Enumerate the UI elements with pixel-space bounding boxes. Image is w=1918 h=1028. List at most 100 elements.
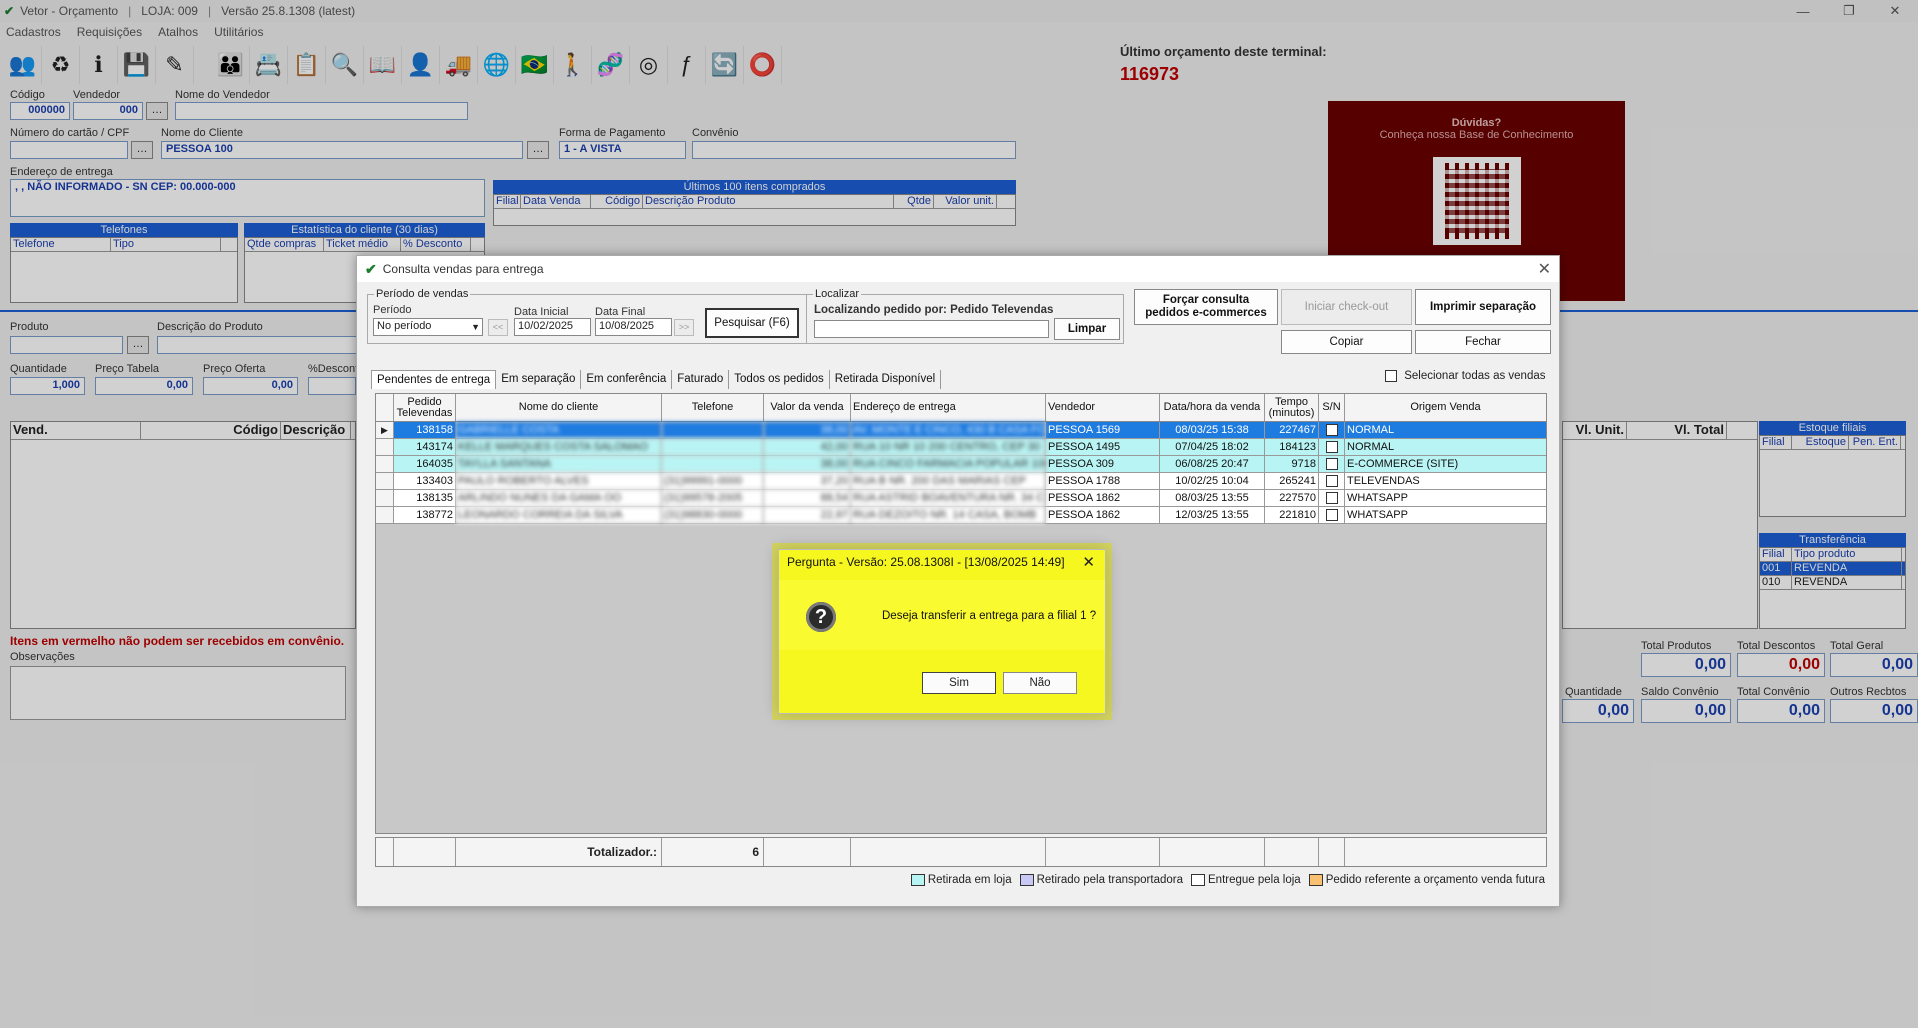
totalizador-value: 6 — [662, 838, 764, 866]
tab-em-separacao[interactable]: Em separação — [496, 370, 582, 389]
iniciar-checkout-button[interactable]: Iniciar check-out — [1281, 289, 1412, 325]
pergunta-text: Deseja transferir a entrega para a filia… — [882, 610, 1097, 622]
legend-item: Retirada em loja — [910, 874, 1012, 886]
legend-swatch-icon — [1308, 874, 1323, 886]
pesquisar-button[interactable]: Pesquisar (F6) — [705, 308, 799, 338]
sim-button[interactable]: Sim — [922, 672, 996, 694]
checkbox-icon[interactable] — [1325, 475, 1338, 488]
col-pedido[interactable]: Pedido Televendas — [394, 394, 456, 421]
row-indicator[interactable] — [376, 473, 394, 489]
dialog-title: Consulta vendas para entrega — [382, 262, 544, 276]
totalizador-label: Totalizador.: — [456, 838, 662, 866]
col-valor[interactable]: Valor da venda — [764, 394, 851, 421]
forcar-consulta-button[interactable]: Forçar consulta pedidos e-commerces — [1134, 289, 1278, 325]
cell-cliente: GABRIELLE COSTA — [456, 422, 662, 438]
localizar-input[interactable] — [814, 320, 1049, 338]
pergunta-title: Pergunta - Versão: 25.08.1308I - [13/08/… — [787, 555, 1065, 569]
cell-pedido: 143174 — [394, 439, 456, 455]
footer-cell — [764, 838, 851, 866]
tab-todos[interactable]: Todos os pedidos — [729, 370, 830, 389]
table-row[interactable]: 133403 PAULO ROBERTO ALVES (31)99991-0000 3… — [376, 473, 1546, 490]
cell-tempo: 9718 — [1265, 456, 1319, 472]
table-footer: Totalizador.: 6 — [375, 837, 1547, 867]
localizar-group-label: Localizar — [815, 288, 860, 300]
copiar-button[interactable]: Copiar — [1281, 330, 1412, 354]
imprimir-separacao-button[interactable]: Imprimir separação — [1415, 289, 1551, 325]
cell-sn[interactable] — [1319, 422, 1345, 438]
checkbox-icon[interactable] — [1325, 424, 1338, 437]
data-final-field[interactable]: 10/08/2025 — [595, 318, 672, 336]
cell-origem: WHATSAPP — [1345, 507, 1546, 523]
col-cliente[interactable]: Nome do cliente — [456, 394, 662, 421]
prev-period-button[interactable]: << — [488, 319, 508, 336]
cell-cliente: LEONARDO CORREIA DA SILVA — [456, 507, 662, 523]
checkbox-icon — [1385, 370, 1397, 382]
cell-data: 06/08/25 20:47 — [1160, 456, 1265, 472]
selecionar-todas-checkbox[interactable]: Selecionar todas as vendas — [1385, 370, 1546, 382]
cell-origem: TELEVENDAS — [1345, 473, 1546, 489]
col-vendedor[interactable]: Vendedor — [1046, 394, 1160, 421]
cell-valor: 37,20 — [764, 473, 851, 489]
cell-sn[interactable] — [1319, 439, 1345, 455]
checkbox-icon[interactable] — [1325, 509, 1338, 522]
col-data[interactable]: Data/hora da venda — [1160, 394, 1265, 421]
row-indicator[interactable] — [376, 456, 394, 472]
col-sn[interactable]: S/N — [1319, 394, 1345, 421]
legend-label: Retirado pela transportadora — [1036, 874, 1183, 887]
row-indicator[interactable] — [376, 507, 394, 523]
legend-item: Retirado pela transportadora — [1019, 874, 1183, 887]
tab-em-conferencia[interactable]: Em conferência — [581, 370, 673, 389]
footer-cell — [1265, 838, 1319, 866]
cell-telefone: (31)98830-0000 — [662, 507, 764, 523]
forcar-consulta-line1: Forçar consulta — [1162, 294, 1250, 306]
cell-sn[interactable] — [1319, 490, 1345, 506]
footer-cell — [1046, 838, 1160, 866]
table-row[interactable]: 138135 ARLINDO NUNES DA GAMA OO (31)99578-… — [376, 490, 1546, 507]
row-indicator[interactable] — [376, 439, 394, 455]
data-inicial-field[interactable]: 10/02/2025 — [514, 318, 591, 336]
cell-telefone — [662, 422, 764, 438]
data-inicial-label: Data Inicial — [514, 306, 569, 318]
col-tempo[interactable]: Tempo (minutos) — [1265, 394, 1319, 421]
row-pointer-icon[interactable]: ▶ — [376, 422, 394, 438]
cell-origem: E-COMMERCE (SITE) — [1345, 456, 1546, 472]
table-row[interactable]: 138772 LEONARDO CORREIA DA SILVA (31)98830… — [376, 507, 1546, 524]
cell-data: 07/04/25 18:02 — [1160, 439, 1265, 455]
next-period-button[interactable]: >> — [674, 319, 694, 336]
col-origem[interactable]: Origem Venda — [1345, 394, 1546, 421]
cell-sn[interactable] — [1319, 456, 1345, 472]
cell-telefone: (31)99578-2005 — [662, 490, 764, 506]
cell-vendedor: PESSOA 1862 — [1046, 490, 1160, 506]
limpar-button[interactable]: Limpar — [1054, 318, 1120, 340]
tab-retirada-disponivel[interactable]: Retirada Disponível — [829, 370, 942, 389]
cell-data: 12/03/25 13:55 — [1160, 507, 1265, 523]
checkbox-icon[interactable] — [1325, 492, 1338, 505]
periodo-select[interactable]: No período ▼ — [373, 318, 483, 336]
checkbox-icon[interactable] — [1325, 458, 1338, 471]
table-row[interactable]: 143174 KELLE MARQUES COSTA SALOMAO 42,00 RU… — [376, 439, 1546, 456]
cell-sn[interactable] — [1319, 473, 1345, 489]
checkbox-icon[interactable] — [1325, 441, 1338, 454]
close-icon[interactable]: ✕ — [1082, 553, 1095, 571]
localizando-label: Localizando pedido por: Pedido Televenda… — [814, 304, 1054, 316]
col-telefone[interactable]: Telefone — [662, 394, 764, 421]
col-endereco[interactable]: Endereço de entrega — [851, 394, 1046, 421]
tab-faturado[interactable]: Faturado — [672, 370, 730, 389]
tab-pendentes[interactable]: Pendentes de entrega — [371, 370, 497, 389]
cell-origem: WHATSAPP — [1345, 490, 1546, 506]
table-row[interactable]: 164035 TAYLLA SANTANA 38,00 RUA CINCO FARMA… — [376, 456, 1546, 473]
row-indicator[interactable] — [376, 490, 394, 506]
fechar-button[interactable]: Fechar — [1415, 330, 1551, 354]
legend-label: Pedido referente a orçamento venda futur… — [1325, 874, 1545, 887]
cell-pedido: 138158 — [394, 422, 456, 438]
table-row[interactable]: ▶ 138158 GABRIELLE COSTA 38,00 AV. MONTE E C… — [376, 422, 1546, 439]
close-icon[interactable]: ✕ — [1538, 259, 1551, 279]
nao-button[interactable]: Não — [1003, 672, 1077, 694]
cell-pedido: 164035 — [394, 456, 456, 472]
cell-pedido: 138135 — [394, 490, 456, 506]
cell-tempo: 227467 — [1265, 422, 1319, 438]
pergunta-body: ? Deseja transferir a entrega para a fil… — [779, 580, 1105, 650]
cell-sn[interactable] — [1319, 507, 1345, 523]
cell-endereco: RUA CINCO FARMACIA POPULAR 100 — [851, 456, 1046, 472]
footer-cell — [394, 838, 456, 866]
